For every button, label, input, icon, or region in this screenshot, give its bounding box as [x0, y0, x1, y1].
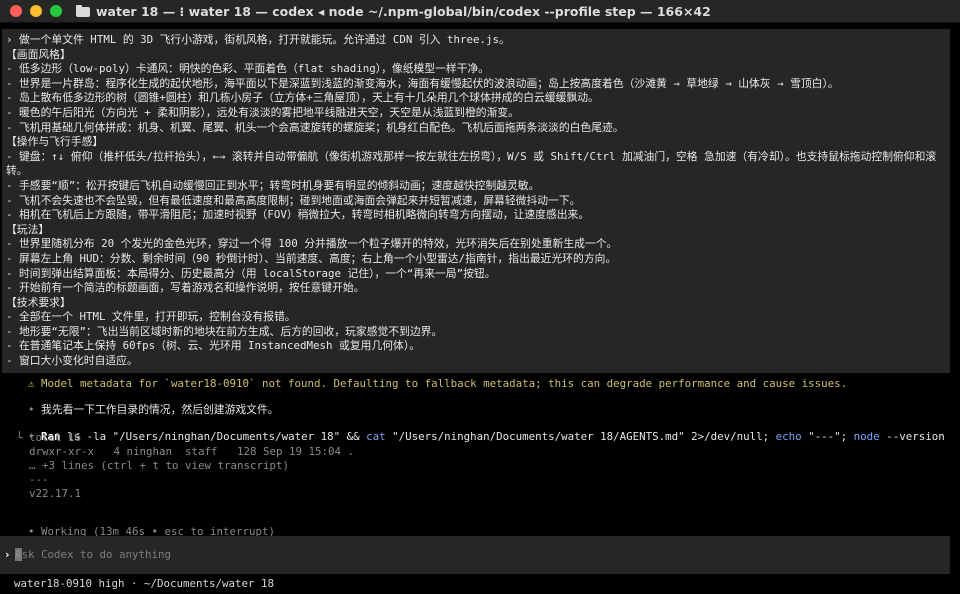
- prompt-line: - 飞机用基础几何体拼成：机身、机翼、尾翼、机头一个会高速旋转的螺旋桨；机身红白…: [6, 121, 944, 136]
- prompt-line: - 暖色的午后阳光（方向光 + 柔和阴影），远处有淡淡的雾把地平线融进天空，天空…: [6, 106, 944, 121]
- prompt-line-text: - 键盘：↑↓ 俯仰（推杆低头/拉杆抬头），←→ 滚转并自动带偏航（像街机游戏那…: [6, 149, 937, 178]
- prompt-line: - 地形要“无限”：飞出当前区域时新的地块在前方生成、后方的回收，玩家感觉不到边…: [6, 325, 944, 340]
- prompt-line: - 在普通笔记本上保持 60fps（树、云、光环用 InstancedMesh …: [6, 339, 944, 354]
- prompt-line-text: 【画面风格】: [6, 47, 71, 61]
- prompt-line: - 开始前有一个简洁的标题画面，写着游戏名和操作说明，按任意键开始。: [6, 281, 944, 296]
- prompt-line-text: 【操作与飞行手感】: [6, 135, 104, 149]
- prompt-line: › 做一个单文件 HTML 的 3D 飞行小游戏，街机风格，打开就能玩。允许通过…: [6, 33, 944, 48]
- command-part: "/Users/ninghan/Documents/water 18/AGENT…: [385, 430, 776, 443]
- command-keyword: echo: [775, 430, 802, 443]
- prompt-line-text: 做一个单文件 HTML 的 3D 飞行小游戏，街机风格，打开就能玩。允许通过 C…: [19, 33, 510, 46]
- text-cursor: [15, 548, 22, 561]
- prompt-line-text: - 在普通笔记本上保持 60fps（树、云、光环用 InstancedMesh …: [6, 339, 421, 353]
- prompt-line-text: - 全部在一个 HTML 文件里，打开即玩，控制台没有报错。: [6, 310, 296, 324]
- command-keyword: cat: [366, 430, 386, 443]
- prompt-line-text: - 地形要“无限”：飞出当前区域时新的地块在前方生成、后方的回收，玩家感觉不到边…: [6, 324, 443, 338]
- traffic-lights: [10, 5, 62, 17]
- command-output-line: ---: [16, 473, 49, 486]
- command-output-line: └ total 16: [16, 431, 82, 444]
- prompt-line: 【操作与飞行手感】: [6, 135, 944, 150]
- prompt-line: - 岛上散布低多边形的树（圆锥+圆柱）和几栋小房子（立方体+三角屋顶），天上有十…: [6, 91, 944, 106]
- command-output-line: drwxr-xr-x 4 ninghan staff 128 Sep 19 15…: [16, 445, 355, 458]
- command-part: --version: [879, 430, 945, 443]
- window-titlebar: water 18 — ⁝ water 18 — codex ◂ node ~/.…: [0, 0, 960, 23]
- command-part: ls -la "/Users/ninghan/Documents/water 1…: [67, 430, 367, 443]
- prompt-line: - 世界是一片群岛：程序化生成的起伏地形，海平面以下是深蓝到浅蓝的渐变海水，海面…: [6, 77, 944, 92]
- prompt-line: 【技术要求】: [6, 296, 944, 311]
- command-part: "---";: [801, 430, 854, 443]
- command-keyword: node: [853, 430, 880, 443]
- prompt-line-text: - 相机在飞机后上方跟随，带平滑阻尼；加速时视野（FOV）稍微拉大，转弯时相机略…: [6, 208, 590, 222]
- prompt-line-text: - 暖色的午后阳光（方向光 + 柔和阴影），远处有淡淡的雾把地平线融进天空，天空…: [6, 105, 519, 119]
- prompt-line-text: - 世界里随机分布 20 个发光的金色光环，穿过一个得 100 分并播放一个粒子…: [6, 237, 618, 251]
- prompt-line-text: - 时间到弹出结算面板：本局得分、历史最高分（用 localStorage 记住…: [6, 266, 496, 280]
- command-output-line: v22.17.1: [16, 487, 82, 500]
- prompt-line-text: - 低多边形（low-poly）卡通风：明快的色彩、平面着色（flat shad…: [6, 62, 490, 76]
- close-window-button[interactable]: [10, 5, 22, 17]
- prompt-line-text: 【玩法】: [6, 222, 50, 236]
- agent-message-text: 我先看一下工作目录的情况，然后创建游戏文件。: [41, 403, 279, 416]
- input-caret-icon: ›: [4, 548, 11, 561]
- terminal-area[interactable]: › 做一个单文件 HTML 的 3D 飞行小游戏，街机风格，打开就能玩。允许通过…: [0, 23, 960, 594]
- prompt-line: - 相机在飞机后上方跟随，带平滑阻尼；加速时视野（FOV）稍微拉大，转弯时相机略…: [6, 208, 944, 223]
- prompt-line: - 键盘：↑↓ 俯仰（推杆低头/拉杆抬头），←→ 滚转并自动带偏航（像街机游戏那…: [6, 150, 944, 179]
- minimize-window-button[interactable]: [30, 5, 42, 17]
- prompt-line-text: - 手感要“顺”：松开按键后飞机自动缓慢回正到水平；转弯时机身要有明显的倾斜动画…: [6, 178, 540, 192]
- folder-icon: [76, 5, 90, 17]
- bullet-icon: •: [28, 403, 35, 416]
- status-bar: water18-0910 high · ~/Documents/water 18: [14, 577, 275, 590]
- prompt-lines: › 做一个单文件 HTML 的 3D 飞行小游戏，街机风格，打开就能玩。允许通过…: [6, 33, 944, 369]
- window-title: water 18 — ⁝ water 18 — codex ◂ node ~/.…: [96, 3, 711, 19]
- prompt-caret-icon: ›: [6, 33, 13, 46]
- transcript-hint: … +3 lines (ctrl + t to view transcript): [16, 459, 290, 472]
- prompt-line-text: 【技术要求】: [6, 295, 71, 309]
- prompt-line: - 世界里随机分布 20 个发光的金色光环，穿过一个得 100 分并播放一个粒子…: [6, 237, 944, 252]
- prompt-line-text: - 飞机用基础几何体拼成：机身、机翼、尾翼、机头一个会高速旋转的螺旋桨；机身红白…: [6, 120, 624, 134]
- prompt-line: 【玩法】: [6, 223, 944, 238]
- prompt-line: 【画面风格】: [6, 48, 944, 63]
- prompt-line: - 手感要“顺”：松开按键后飞机自动缓慢回正到水平；转弯时机身要有明显的倾斜动画…: [6, 179, 944, 194]
- prompt-line-text: - 飞机不会失速也不会坠毁，但有最低速度和最高高度限制；碰到地面或海面会弹起来并…: [6, 193, 581, 207]
- prompt-line-text: - 屏幕左上角 HUD：分数、剩余时间（90 秒倒计时）、当前速度、高度；右上角…: [6, 251, 617, 265]
- prompt-line: - 全部在一个 HTML 文件里，打开即玩，控制台没有报错。: [6, 310, 944, 325]
- user-prompt-block: › 做一个单文件 HTML 的 3D 飞行小游戏，街机风格，打开就能玩。允许通过…: [2, 29, 950, 373]
- prompt-line: - 低多边形（low-poly）卡通风：明快的色彩、平面着色（flat shad…: [6, 62, 944, 77]
- prompt-input[interactable]: › Ask Codex to do anything: [0, 536, 950, 574]
- input-placeholder: Ask Codex to do anything: [15, 548, 172, 561]
- prompt-line: - 飞机不会失速也不会坠毁，但有最低速度和最高高度限制；碰到地面或海面会弹起来并…: [6, 194, 944, 209]
- prompt-line: - 屏幕左上角 HUD：分数、剩余时间（90 秒倒计时）、当前速度、高度；右上角…: [6, 252, 944, 267]
- prompt-line-text: - 世界是一片群岛：程序化生成的起伏地形，海平面以下是深蓝到浅蓝的渐变海水，海面…: [6, 76, 839, 90]
- prompt-line-text: - 开始前有一个简洁的标题画面，写着游戏名和操作说明，按任意键开始。: [6, 281, 365, 295]
- prompt-line-text: - 岛上散布低多边形的树（圆锥+圆柱）和几栋小房子（立方体+三角屋顶），天上有十…: [6, 91, 599, 105]
- prompt-line: - 时间到弹出结算面板：本局得分、历史最高分（用 localStorage 记住…: [6, 267, 944, 282]
- zoom-window-button[interactable]: [50, 5, 62, 17]
